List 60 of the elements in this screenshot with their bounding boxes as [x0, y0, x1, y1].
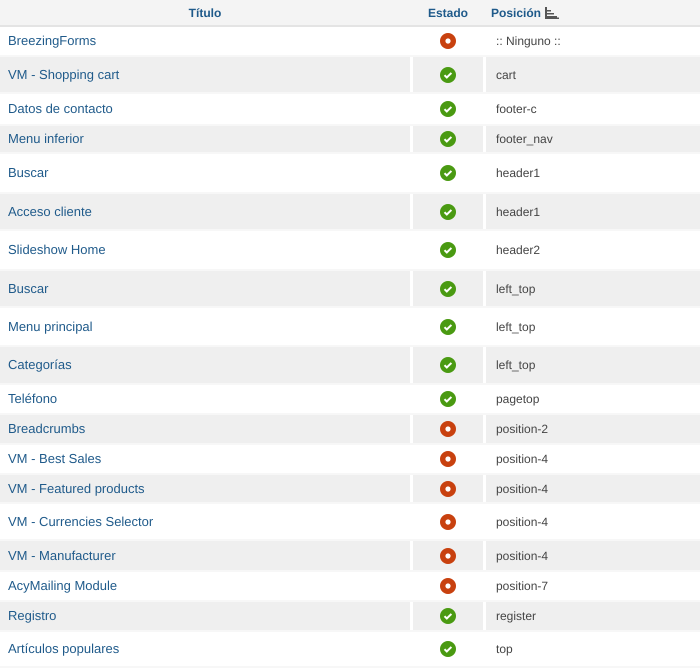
- position-text: cart: [496, 66, 516, 84]
- unpublished-icon[interactable]: [440, 548, 456, 564]
- check-icon[interactable]: [440, 242, 456, 258]
- module-title-link[interactable]: Breadcrumbs: [8, 419, 86, 439]
- module-title-link[interactable]: Datos de contacto: [8, 99, 113, 119]
- check-icon[interactable]: [440, 391, 456, 407]
- position-text: position-4: [496, 480, 548, 498]
- check-icon[interactable]: [440, 280, 456, 296]
- position-text: position-4: [496, 548, 548, 564]
- position-text: :: Ninguno ::: [496, 33, 561, 50]
- position-text: position-2: [496, 421, 548, 438]
- check-icon[interactable]: [440, 131, 456, 147]
- check-icon[interactable]: [440, 101, 456, 117]
- check-icon[interactable]: [440, 608, 456, 624]
- module-title-link[interactable]: Teléfono: [8, 389, 58, 409]
- module-title-link[interactable]: Buscar: [8, 278, 48, 298]
- check-icon[interactable]: [440, 318, 456, 334]
- unpublished-icon[interactable]: [440, 514, 456, 530]
- module-title-link[interactable]: Menu principal: [8, 316, 93, 336]
- check-icon[interactable]: [440, 204, 456, 220]
- position-text: pagetop: [496, 391, 540, 408]
- column-header[interactable]: Estado: [428, 4, 468, 22]
- position-text: position-4: [496, 514, 548, 530]
- column-header[interactable]: Título: [188, 4, 222, 22]
- module-title-link[interactable]: Menu inferior: [8, 129, 84, 149]
- unpublished-icon[interactable]: [440, 578, 456, 594]
- position-text: register: [496, 608, 536, 625]
- sort-icon[interactable]: [545, 6, 560, 18]
- position-text: position-4: [496, 451, 548, 468]
- position-text: top: [496, 641, 513, 658]
- check-icon[interactable]: [440, 165, 456, 181]
- module-title-link[interactable]: Artículos populares: [8, 639, 120, 659]
- unpublished-icon[interactable]: [440, 421, 456, 437]
- position-text: header1: [496, 165, 540, 182]
- unpublished-icon[interactable]: [440, 480, 456, 496]
- module-title-link[interactable]: VM - Manufacturer: [8, 546, 116, 566]
- module-title-link[interactable]: VM - Best Sales: [8, 449, 102, 469]
- check-icon[interactable]: [440, 641, 456, 657]
- position-text: position-7: [496, 578, 548, 595]
- position-text: header2: [496, 242, 540, 259]
- position-text: left_top: [496, 318, 536, 336]
- column-header[interactable]: Posición: [491, 4, 542, 22]
- module-title-link[interactable]: Buscar: [8, 163, 48, 183]
- module-title-link[interactable]: Acceso cliente: [8, 202, 92, 222]
- module-title-link[interactable]: VM - Shopping cart: [8, 64, 120, 84]
- position-text: footer_nav: [496, 131, 553, 148]
- module-title-link[interactable]: AcyMailing Module: [8, 576, 118, 596]
- module-title-link[interactable]: Slideshow Home: [8, 240, 106, 260]
- module-title-link[interactable]: BreezingForms: [8, 31, 96, 51]
- unpublished-icon[interactable]: [440, 451, 456, 467]
- position-text: footer-c: [496, 101, 537, 118]
- position-text: left_top: [496, 357, 536, 374]
- unpublished-icon[interactable]: [440, 33, 456, 49]
- module-title-link[interactable]: Categorías: [8, 355, 72, 375]
- module-title-link[interactable]: Registro: [8, 606, 56, 626]
- position-text: header1: [496, 204, 540, 220]
- check-icon[interactable]: [440, 66, 456, 82]
- module-title-link[interactable]: VM - Currencies Selector: [8, 512, 154, 532]
- position-text: left_top: [496, 280, 536, 298]
- check-icon[interactable]: [440, 357, 456, 373]
